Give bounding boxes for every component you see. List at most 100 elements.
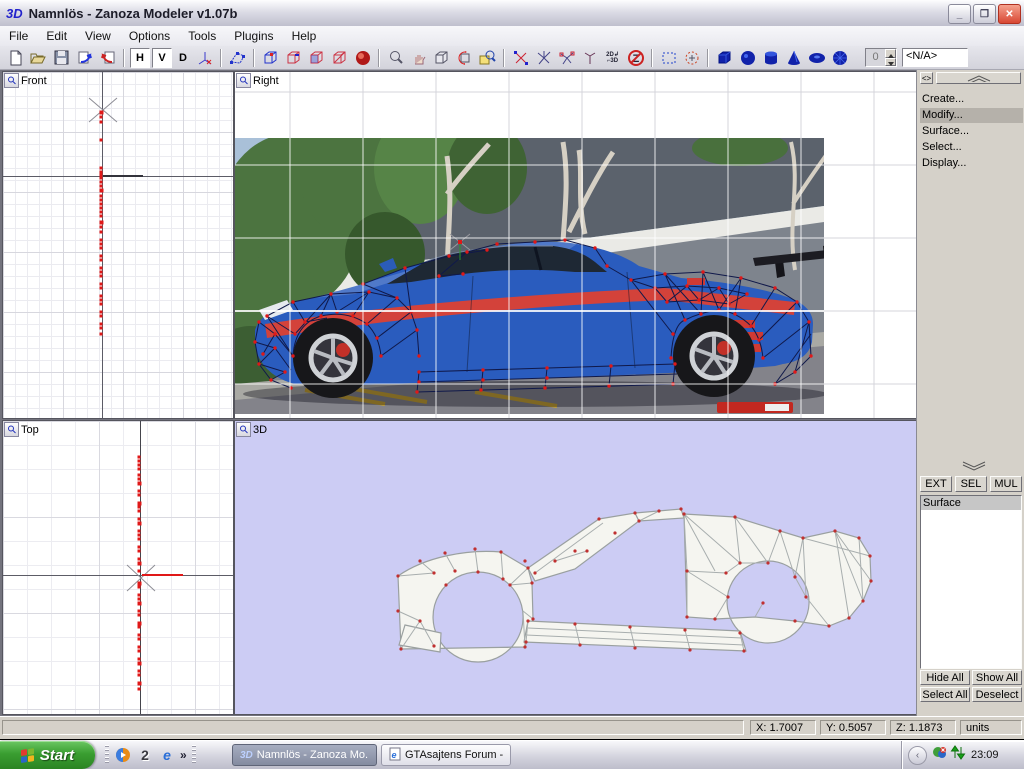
viewport-maximize-icon[interactable] — [236, 73, 251, 88]
tool-pivot-icon[interactable] — [578, 47, 601, 68]
edge-mode-icon[interactable] — [282, 47, 305, 68]
toggle-horizontal[interactable]: H — [130, 48, 150, 68]
menu-file[interactable]: File — [0, 27, 37, 45]
media-player-icon[interactable] — [114, 746, 132, 764]
deselect-button[interactable]: Deselect — [972, 687, 1022, 702]
object-mode-icon[interactable] — [328, 47, 351, 68]
taskbar: Start 2 e » 3D Namnlös - Zanoza Mo... e … — [0, 740, 1024, 769]
primitive-sphere-icon[interactable] — [736, 47, 759, 68]
save-icon[interactable] — [50, 47, 73, 68]
viewport-area: Front — [0, 70, 918, 716]
primitive-cylinder-icon[interactable] — [759, 47, 782, 68]
viewport-front[interactable]: Front — [2, 71, 234, 419]
chevron-down-icon — [961, 461, 987, 471]
menu-plugins[interactable]: Plugins — [225, 27, 282, 45]
panel-expand-button[interactable] — [931, 460, 1017, 472]
minimize-button[interactable]: _ — [948, 4, 971, 24]
command-display[interactable]: Display... — [920, 156, 1023, 171]
menu-view[interactable]: View — [76, 27, 120, 45]
panel-expander-button[interactable]: <> — [920, 72, 933, 84]
panel-collapse-button[interactable] — [936, 72, 1021, 84]
status-z: Z: 1.1873 — [890, 720, 956, 735]
viewport-maximize-icon[interactable] — [4, 422, 19, 437]
viewport-top[interactable]: Top — [2, 420, 234, 715]
vertex-mode-icon[interactable] — [259, 47, 282, 68]
chevron-up-icon — [966, 74, 992, 82]
internet-explorer-icon[interactable]: e — [158, 746, 176, 764]
object-combo[interactable]: <N/A> — [902, 48, 968, 67]
list-item-surface[interactable]: Surface — [921, 496, 1021, 510]
ext-button[interactable]: EXT — [920, 476, 952, 492]
toggle-depth[interactable]: D — [174, 49, 192, 67]
primitive-geosphere-icon[interactable] — [828, 47, 851, 68]
select-circle-icon[interactable] — [680, 47, 703, 68]
viewport-maximize-icon[interactable] — [236, 422, 251, 437]
command-select[interactable]: Select... — [920, 140, 1023, 155]
command-modify[interactable]: Modify... — [920, 108, 1023, 123]
task-browser[interactable]: e GTAsajtens Forum ->... — [381, 744, 511, 766]
task-zmodeler[interactable]: 3D Namnlös - Zanoza Mo... — [232, 744, 377, 766]
select-rectangle-icon[interactable] — [657, 47, 680, 68]
axes-icon[interactable] — [193, 47, 216, 68]
menu-help[interactable]: Help — [283, 27, 326, 45]
window-title: Namnlös - Zanoza Modeler v1.07b — [29, 6, 238, 21]
network-activity-tray-icon[interactable] — [950, 745, 966, 765]
primitive-cone-icon[interactable] — [782, 47, 805, 68]
hide-all-button[interactable]: Hide All — [920, 670, 970, 685]
quick-launch: 2 e » — [102, 744, 199, 766]
primitive-torus-icon[interactable] — [805, 47, 828, 68]
edit-vertices-icon[interactable] — [226, 47, 249, 68]
new-file-icon[interactable] — [4, 47, 27, 68]
select-all-button[interactable]: Select All — [920, 687, 970, 702]
start-button[interactable]: Start — [0, 741, 95, 769]
drag-handle[interactable] — [192, 745, 196, 765]
viewport-maximize-icon[interactable] — [4, 73, 19, 88]
3d-mesh — [235, 421, 917, 714]
show-all-button[interactable]: Show All — [972, 670, 1022, 685]
convert-2d3d-icon[interactable]: 2D↲⌐3D — [601, 47, 624, 68]
restore-button[interactable]: ❐ — [973, 4, 996, 24]
viewport-right[interactable]: Right — [234, 71, 918, 419]
quicklaunch-overflow-chevron[interactable]: » — [180, 748, 187, 762]
viewport-3d[interactable]: 3D — [234, 420, 918, 715]
tool-mirror-icon[interactable] — [555, 47, 578, 68]
menu-edit[interactable]: Edit — [37, 27, 76, 45]
tool-weld-icon[interactable] — [532, 47, 555, 68]
sel-button[interactable]: SEL — [955, 476, 987, 492]
view-cube-icon[interactable] — [430, 47, 453, 68]
viewport-3d-label: 3D — [253, 424, 267, 436]
drag-handle[interactable] — [105, 745, 109, 765]
material-sphere-icon[interactable] — [351, 47, 374, 68]
messenger-tray-icon[interactable] — [932, 745, 947, 765]
title-bar: 3D Namnlös - Zanoza Modeler v1.07b _ ❐ ✕ — [0, 0, 1024, 27]
close-button[interactable]: ✕ — [998, 4, 1021, 24]
browser-page-icon: e — [389, 747, 401, 764]
pan-hand-icon[interactable] — [407, 47, 430, 68]
redo-icon[interactable] — [73, 47, 96, 68]
surface-list[interactable]: Surface — [920, 495, 1022, 669]
no-zbuffer-icon[interactable]: Z — [624, 47, 647, 68]
spinner-up-button[interactable] — [885, 49, 896, 58]
mul-button[interactable]: MUL — [990, 476, 1022, 492]
menu-options[interactable]: Options — [120, 27, 179, 45]
tool-move-vertices-icon[interactable] — [509, 47, 532, 68]
rotate-view-icon[interactable] — [453, 47, 476, 68]
command-surface[interactable]: Surface... — [920, 124, 1023, 139]
menu-tools[interactable]: Tools — [179, 27, 225, 45]
toggle-vertical[interactable]: V — [152, 48, 172, 68]
command-create[interactable]: Create... — [920, 92, 1023, 107]
tray-clock: 23:09 — [971, 749, 999, 761]
reference-photo — [235, 112, 833, 414]
status-bar: X: 1.7007 Y: 0.5057 Z: 1.1873 units — [0, 716, 1024, 739]
zoom-icon[interactable] — [384, 47, 407, 68]
undo-icon[interactable] — [96, 47, 119, 68]
primitive-box-icon[interactable] — [713, 47, 736, 68]
right-scene — [235, 72, 917, 418]
face-mode-icon[interactable] — [305, 47, 328, 68]
hide-tray-icons-button[interactable]: ‹ — [908, 746, 927, 765]
zoom-region-icon[interactable] — [476, 47, 499, 68]
level-spinner[interactable]: 0 — [865, 48, 897, 67]
spinner-down-button[interactable] — [885, 58, 896, 67]
numbered-app-icon[interactable]: 2 — [136, 746, 154, 764]
open-file-icon[interactable] — [27, 47, 50, 68]
